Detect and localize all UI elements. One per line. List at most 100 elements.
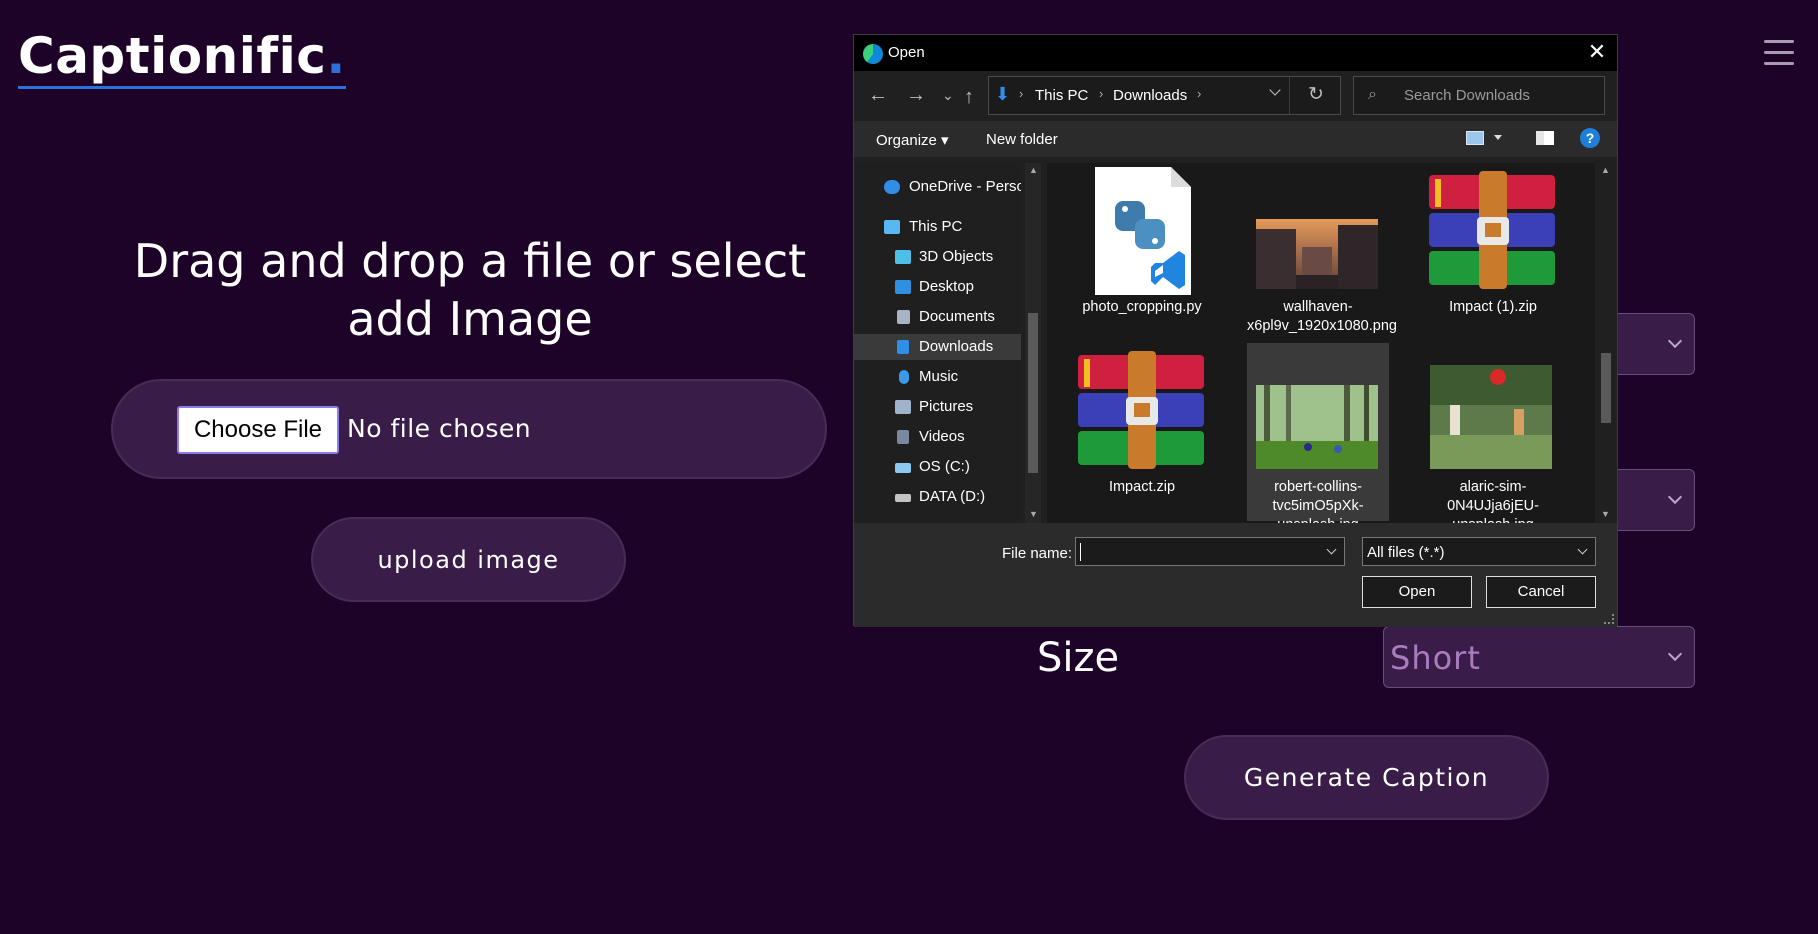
sidebar-item-documents[interactable]: Documents [854, 304, 1021, 330]
close-icon[interactable]: ✕ [1585, 41, 1609, 65]
generate-caption-button[interactable]: Generate Caption [1184, 735, 1549, 820]
sidebar-item-this-pc[interactable]: This PC [854, 214, 1021, 240]
text-caret [1080, 543, 1081, 561]
music-icon [899, 370, 909, 384]
edge-browser-icon [863, 44, 883, 64]
file-item-robert-collins[interactable]: robert-collins-tvc5imO5pXk-unsplash.jpg [1247, 343, 1389, 523]
documents-icon [897, 310, 910, 324]
file-name: alaric-sim-0N4UJja6jEU-unsplash.jpg [1447, 479, 1539, 523]
sidebar-item-label: Videos [919, 428, 965, 445]
scroll-up-icon[interactable]: ▲ [1601, 165, 1610, 175]
file-name: Impact.zip [1108, 479, 1176, 495]
navigation-pane-scrollbar[interactable]: ▲ ▼ [1025, 163, 1041, 523]
file-item-impact-1-zip[interactable]: Impact (1).zip [1422, 163, 1564, 341]
up-arrow-icon[interactable]: ↑ [964, 85, 974, 109]
file-name: wallhaven-x6pl9v_1920x1080.png [1247, 299, 1397, 334]
file-name-label: File name: [1002, 545, 1073, 562]
logo-dot: . [326, 27, 346, 85]
breadcrumb-separator: › [1197, 86, 1202, 101]
file-item-wallhaven[interactable]: wallhaven-x6pl9v_1920x1080.png [1247, 163, 1397, 341]
size-select-value: Short [1390, 639, 1481, 677]
file-type-value: All files (*.*) [1367, 544, 1445, 561]
size-label: Size [1037, 635, 1120, 681]
sidebar-item-label: OneDrive - Person [909, 178, 1021, 195]
organize-menu-button[interactable]: Organize ▾ [876, 131, 949, 149]
command-bar: Organize ▾ New folder ? [854, 121, 1617, 157]
preview-pane-icon[interactable] [1536, 131, 1554, 145]
downloads-icon: ⬇ [995, 84, 1011, 104]
sidebar-item-pictures[interactable]: Pictures [854, 394, 1021, 420]
breadcrumb-downloads[interactable]: Downloads [1113, 87, 1187, 104]
sidebar-item-music[interactable]: Music [854, 364, 1021, 390]
forward-arrow-icon[interactable]: → [906, 83, 926, 107]
python-file-icon [1095, 167, 1191, 295]
cloud-icon [884, 180, 900, 194]
address-dropdown-icon[interactable] [1269, 84, 1281, 96]
breadcrumb-this-pc[interactable]: This PC [1035, 87, 1088, 104]
size-select[interactable]: Short [1383, 626, 1695, 688]
cancel-button[interactable]: Cancel [1486, 576, 1596, 608]
scroll-down-icon[interactable]: ▼ [1601, 509, 1610, 519]
zip-archive-icon [1429, 171, 1555, 289]
help-icon[interactable]: ? [1580, 128, 1600, 148]
dialog-title: Open [888, 44, 925, 61]
scroll-down-icon[interactable]: ▼ [1029, 509, 1038, 519]
recent-locations-chevron-icon[interactable]: ⌄ [942, 83, 954, 107]
hamburger-menu-icon[interactable] [1764, 40, 1794, 68]
open-button[interactable]: Open [1362, 576, 1472, 608]
sidebar-item-os-c[interactable]: OS (C:) [854, 454, 1021, 480]
sidebar-item-data-d[interactable]: DATA (D:) [854, 484, 1021, 510]
new-folder-button[interactable]: New folder [986, 131, 1058, 148]
breadcrumb-separator: › [1019, 86, 1024, 101]
sidebar-item-label: This PC [909, 218, 963, 235]
search-downloads-input[interactable]: ⌕ Search Downloads [1353, 76, 1605, 115]
file-name-input[interactable] [1075, 537, 1345, 566]
chevron-down-icon [1667, 646, 1683, 662]
file-type-select[interactable]: All files (*.*) [1362, 537, 1596, 566]
address-bar[interactable]: ⬇ › This PC › Downloads › ↻ [988, 76, 1341, 115]
navigation-pane: OneDrive - Person This PC 3D Objects Des… [854, 163, 1021, 523]
file-item-alaric-sim[interactable]: alaric-sim-0N4UJja6jEU-unsplash.jpg [1422, 343, 1564, 523]
upload-image-button[interactable]: upload image [311, 517, 626, 602]
refresh-icon[interactable]: ↻ [1308, 83, 1324, 106]
choose-file-button[interactable]: Choose File [177, 406, 339, 454]
view-dropdown-icon[interactable] [1494, 135, 1502, 140]
change-view-icon[interactable] [1466, 131, 1484, 145]
chevron-down-icon [1667, 489, 1683, 505]
sidebar-item-desktop[interactable]: Desktop [854, 274, 1021, 300]
scroll-up-icon[interactable]: ▲ [1029, 165, 1038, 175]
desktop-icon [895, 280, 911, 294]
sidebar-item-label: OS (C:) [919, 458, 970, 475]
sidebar-item-label: DATA (D:) [919, 488, 986, 505]
search-icon: ⌕ [1368, 86, 1377, 103]
file-item-impact-zip[interactable]: Impact.zip [1071, 343, 1213, 521]
sidebar-item-label: Documents [919, 308, 995, 325]
file-name: Impact (1).zip [1449, 299, 1537, 315]
back-arrow-icon[interactable]: ← [868, 83, 888, 107]
sidebar-item-3d-objects[interactable]: 3D Objects [854, 244, 1021, 270]
upload-headline: Drag and drop a file or select add Image [133, 234, 807, 346]
cube-icon [895, 250, 911, 264]
file-status-text: No file chosen [347, 414, 532, 443]
sidebar-item-videos[interactable]: Videos [854, 424, 1021, 450]
sidebar-item-label: Downloads [919, 338, 994, 355]
search-placeholder: Search Downloads [1404, 87, 1530, 104]
sidebar-item-onedrive[interactable]: OneDrive - Person [854, 174, 1021, 200]
chevron-down-icon [1667, 333, 1683, 349]
resize-grip-icon[interactable] [1604, 614, 1614, 624]
file-name: photo_cropping.py [1082, 299, 1202, 315]
sidebar-item-downloads[interactable]: Downloads [854, 334, 1021, 360]
file-item-photo-cropping[interactable]: photo_cropping.py [1071, 163, 1213, 341]
pictures-icon [895, 400, 911, 414]
sidebar-item-label: Music [919, 368, 959, 385]
file-view-scrollbar[interactable]: ▲ ▼ [1597, 163, 1615, 523]
dialog-titlebar[interactable]: Open ✕ [854, 35, 1617, 71]
scrollbar-thumb[interactable] [1028, 313, 1038, 473]
sidebar-item-label: Desktop [919, 278, 975, 295]
videos-icon [897, 430, 909, 444]
forest-image-thumbnail [1256, 385, 1378, 469]
scrollbar-thumb[interactable] [1601, 353, 1611, 423]
logo-text: Captionific [18, 27, 327, 85]
app-logo[interactable]: Captionific. [18, 26, 346, 89]
chevron-down-icon[interactable] [1326, 544, 1337, 555]
